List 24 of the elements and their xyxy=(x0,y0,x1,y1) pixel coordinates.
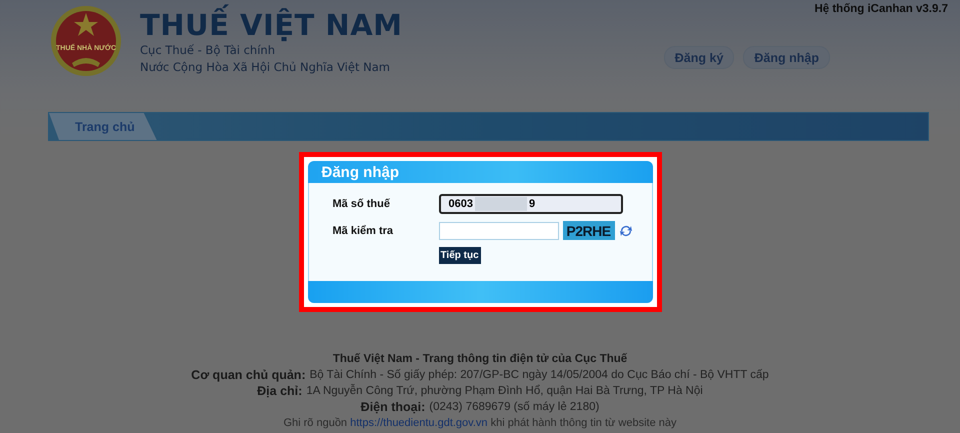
dialog-title: Đăng nhập xyxy=(322,164,399,180)
footer-label: Địa chỉ: xyxy=(257,383,302,399)
footer-title: Thuế Việt Nam - Trang thông tin điện tử của Cục Thuế xyxy=(332,352,628,367)
tax-code-field[interactable]: 0603 9 xyxy=(438,194,622,214)
refresh-icon[interactable] xyxy=(618,224,632,238)
footer-text: 1A Nguyễn Công Trứ, phường Phạm Đình Hổ, quận Hai Bà Trưng, TP Hà Nội xyxy=(306,383,703,399)
emblem-drawing xyxy=(51,6,121,76)
nav-tab[interactable]: Trang chủ xyxy=(49,113,157,140)
footer-text: (0243) 7689679 (số máy lẻ 2180) xyxy=(429,400,600,415)
footer-text: Bộ Tài Chính - Số giấy phép: 207/GP-BC ngày 14/05/2004 do Cục Báo chí - Bộ VHTT cấp xyxy=(310,368,769,383)
footer-label: Cơ quan chủ quản: xyxy=(191,367,306,383)
source-note: Ghi rõ nguồn https://thuedientu.gdt.gov.vn khi phát hành thông tin từ website này xyxy=(283,416,677,431)
field-label: Mã kiểm tra xyxy=(332,224,394,236)
source-link[interactable]: https://thuedientu.gdt.gov.vn xyxy=(350,417,488,429)
captcha-input[interactable] xyxy=(438,222,558,240)
footer-label: Điện thoại: xyxy=(360,399,426,415)
captcha-image: P2RHE xyxy=(562,221,614,240)
header-button[interactable]: Đăng nhập xyxy=(743,46,830,69)
header-button[interactable]: Đăng ký xyxy=(664,46,734,69)
site-subtitle: Nước Cộng Hòa Xã Hội Chủ Nghĩa Việt Nam xyxy=(140,59,391,76)
continue-button[interactable]: Tiếp tục xyxy=(438,247,481,264)
site-subtitle: Cục Thuế - Bộ Tài chính xyxy=(140,42,276,59)
version-label: Hệ thống iCanhan v3.9.7 xyxy=(814,3,948,15)
field-label: Mã số thuế xyxy=(332,198,391,210)
